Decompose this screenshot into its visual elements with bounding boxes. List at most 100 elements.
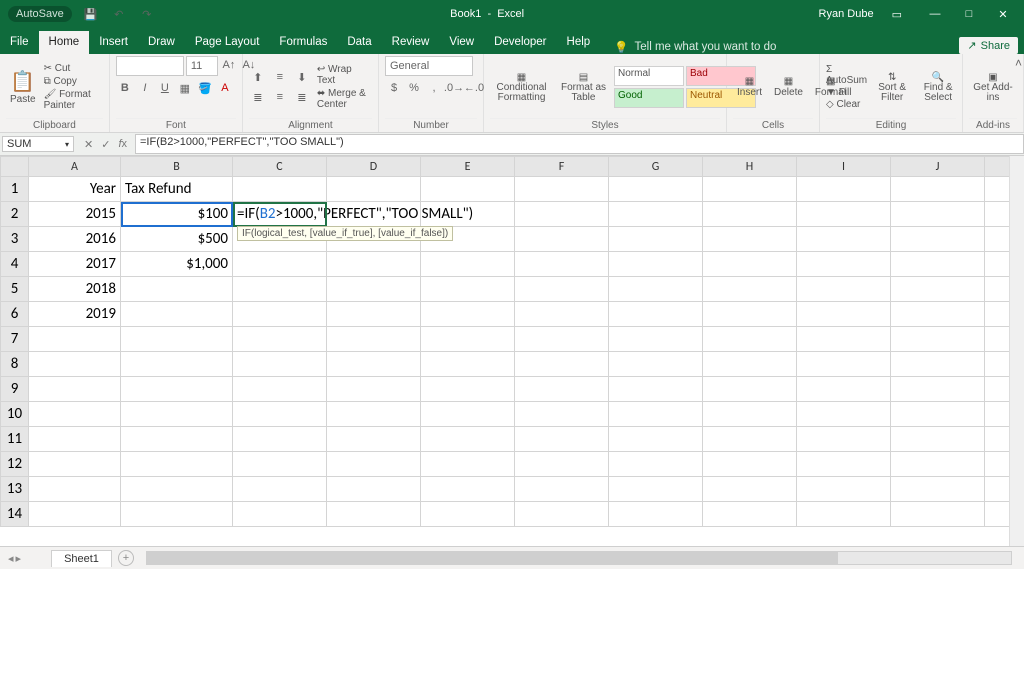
tab-formulas[interactable]: Formulas bbox=[269, 31, 337, 54]
cell-D10[interactable] bbox=[327, 402, 421, 427]
cell-D1[interactable] bbox=[327, 177, 421, 202]
close-button[interactable]: ✕ bbox=[988, 4, 1018, 24]
cell-E10[interactable] bbox=[421, 402, 515, 427]
cell-C13[interactable] bbox=[233, 477, 327, 502]
cell-D6[interactable] bbox=[327, 302, 421, 327]
cell-I12[interactable] bbox=[797, 452, 891, 477]
fx-icon[interactable]: fx bbox=[118, 138, 127, 151]
sheet-nav-prev-icon[interactable]: ◂ bbox=[8, 552, 14, 565]
cell-B8[interactable] bbox=[121, 352, 233, 377]
cell-A1[interactable]: Year bbox=[29, 177, 121, 202]
cell-C12[interactable] bbox=[233, 452, 327, 477]
cell-J6[interactable] bbox=[891, 302, 985, 327]
cell-A12[interactable] bbox=[29, 452, 121, 477]
cell-E5[interactable] bbox=[421, 277, 515, 302]
tab-developer[interactable]: Developer bbox=[484, 31, 556, 54]
cell-F12[interactable] bbox=[515, 452, 609, 477]
cell-I11[interactable] bbox=[797, 427, 891, 452]
cell-B3[interactable]: $500 bbox=[121, 227, 233, 252]
decrease-decimal-icon[interactable]: ←.0 bbox=[465, 79, 483, 97]
cell-F4[interactable] bbox=[515, 252, 609, 277]
cell-C14[interactable] bbox=[233, 502, 327, 527]
tab-draw[interactable]: Draw bbox=[138, 31, 185, 54]
increase-decimal-icon[interactable]: .0→ bbox=[445, 79, 463, 97]
paste-button[interactable]: 📋 Paste bbox=[6, 67, 40, 107]
row-header[interactable]: 3 bbox=[1, 227, 29, 252]
cell-E1[interactable] bbox=[421, 177, 515, 202]
cancel-edit-icon[interactable]: ✕ bbox=[84, 138, 93, 151]
tab-data[interactable]: Data bbox=[337, 31, 381, 54]
cell-D5[interactable] bbox=[327, 277, 421, 302]
cell-J8[interactable] bbox=[891, 352, 985, 377]
cell-D12[interactable] bbox=[327, 452, 421, 477]
cell-G10[interactable] bbox=[609, 402, 703, 427]
cell-J1[interactable] bbox=[891, 177, 985, 202]
cell-H5[interactable] bbox=[703, 277, 797, 302]
align-bottom-icon[interactable]: ⬇ bbox=[293, 68, 311, 86]
tab-page-layout[interactable]: Page Layout bbox=[185, 31, 270, 54]
cell-B14[interactable] bbox=[121, 502, 233, 527]
cell-F3[interactable] bbox=[515, 227, 609, 252]
cell-D7[interactable] bbox=[327, 327, 421, 352]
cell-F10[interactable] bbox=[515, 402, 609, 427]
cell-G2[interactable] bbox=[609, 202, 703, 227]
cell-F9[interactable] bbox=[515, 377, 609, 402]
cell-H1[interactable] bbox=[703, 177, 797, 202]
fill-button[interactable]: ▼ Fill bbox=[826, 87, 867, 98]
cell-F6[interactable] bbox=[515, 302, 609, 327]
cell-D11[interactable] bbox=[327, 427, 421, 452]
cell-I5[interactable] bbox=[797, 277, 891, 302]
increase-font-icon[interactable]: A↑ bbox=[220, 56, 238, 74]
cell-E7[interactable] bbox=[421, 327, 515, 352]
cell-B1[interactable]: Tax Refund bbox=[121, 177, 233, 202]
get-addins-button[interactable]: ▣Get Add-ins bbox=[969, 70, 1017, 105]
cell-H7[interactable] bbox=[703, 327, 797, 352]
font-size-dropdown[interactable]: 11 bbox=[186, 56, 218, 76]
cell-E6[interactable] bbox=[421, 302, 515, 327]
cell-H12[interactable] bbox=[703, 452, 797, 477]
collapse-ribbon-icon[interactable]: ˄ bbox=[1015, 56, 1022, 70]
cell-F7[interactable] bbox=[515, 327, 609, 352]
cell-G12[interactable] bbox=[609, 452, 703, 477]
cell-I3[interactable] bbox=[797, 227, 891, 252]
cell-G5[interactable] bbox=[609, 277, 703, 302]
cell-C7[interactable] bbox=[233, 327, 327, 352]
cell-D4[interactable] bbox=[327, 252, 421, 277]
conditional-formatting-button[interactable]: ▦Conditional Formatting bbox=[490, 70, 553, 105]
col-header-H[interactable]: H bbox=[703, 157, 797, 177]
select-all[interactable] bbox=[1, 157, 29, 177]
cell-H13[interactable] bbox=[703, 477, 797, 502]
vertical-scrollbar[interactable] bbox=[1009, 156, 1024, 546]
tab-help[interactable]: Help bbox=[557, 31, 601, 54]
align-top-icon[interactable]: ⬆ bbox=[249, 68, 267, 86]
cell-D13[interactable] bbox=[327, 477, 421, 502]
cell-C5[interactable] bbox=[233, 277, 327, 302]
comma-icon[interactable]: , bbox=[425, 79, 443, 97]
cell-A11[interactable] bbox=[29, 427, 121, 452]
cell-C4[interactable] bbox=[233, 252, 327, 277]
row-header[interactable]: 9 bbox=[1, 377, 29, 402]
cell-I10[interactable] bbox=[797, 402, 891, 427]
cell-E12[interactable] bbox=[421, 452, 515, 477]
cell-A7[interactable] bbox=[29, 327, 121, 352]
align-left-icon[interactable]: ≣ bbox=[249, 88, 267, 106]
cell-I6[interactable] bbox=[797, 302, 891, 327]
align-center-icon[interactable]: ≡ bbox=[271, 88, 289, 106]
cell-J5[interactable] bbox=[891, 277, 985, 302]
cell-A6[interactable]: 2019 bbox=[29, 302, 121, 327]
cell-C2[interactable]: =IF(B2>1000,"PERFECT","TOO SMALL") bbox=[233, 202, 327, 227]
cell-E4[interactable] bbox=[421, 252, 515, 277]
cell-H3[interactable] bbox=[703, 227, 797, 252]
cell-E8[interactable] bbox=[421, 352, 515, 377]
cell-A2[interactable]: 2015 bbox=[29, 202, 121, 227]
share-button[interactable]: ↗ Share bbox=[959, 37, 1018, 54]
wrap-text-button[interactable]: ↩ Wrap Text bbox=[317, 64, 372, 86]
bold-icon[interactable]: B bbox=[116, 79, 134, 97]
tab-view[interactable]: View bbox=[439, 31, 484, 54]
cell-I1[interactable] bbox=[797, 177, 891, 202]
row-header[interactable]: 8 bbox=[1, 352, 29, 377]
cell-D14[interactable] bbox=[327, 502, 421, 527]
user-name[interactable]: Ryan Dube bbox=[819, 8, 874, 20]
row-header[interactable]: 5 bbox=[1, 277, 29, 302]
cell-J2[interactable] bbox=[891, 202, 985, 227]
